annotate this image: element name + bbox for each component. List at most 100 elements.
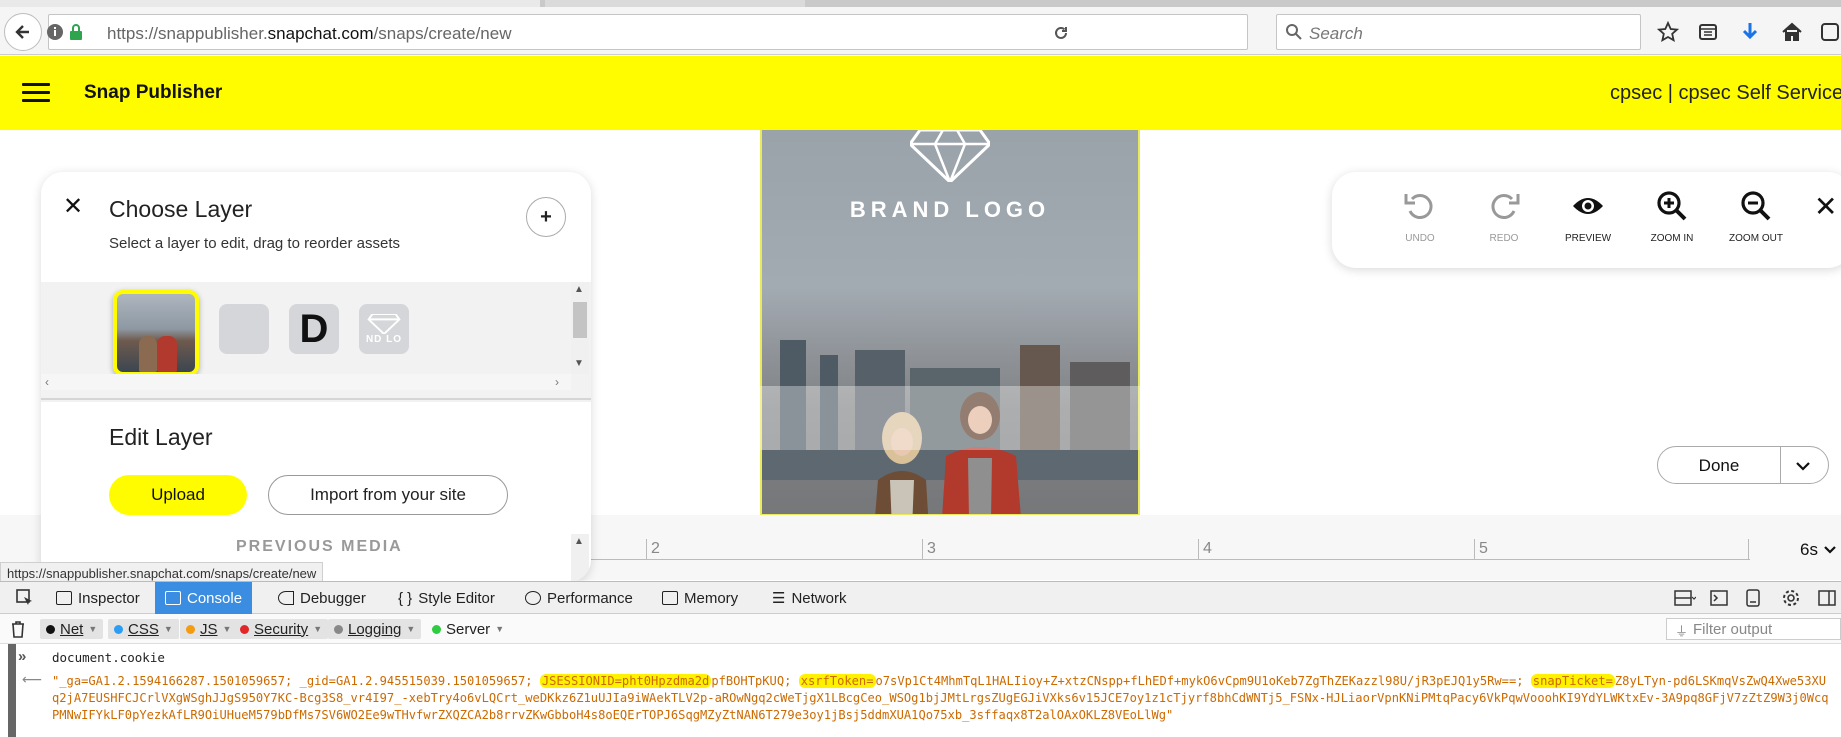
hamburger-menu-icon[interactable] — [22, 83, 50, 103]
upload-button[interactable]: Upload — [109, 475, 247, 515]
filter-css-toggle[interactable]: CSS ▼ — [108, 619, 179, 639]
settings-gear-icon[interactable] — [1778, 582, 1804, 614]
network-icon: ☰ — [772, 590, 786, 607]
add-layer-button[interactable]: + — [526, 197, 566, 237]
chevron-down-icon — [1823, 546, 1836, 554]
redo-button[interactable]: REDO — [1469, 190, 1539, 244]
url-text: https://snappublisher.snapchat.com/snaps… — [107, 24, 512, 43]
close-icon[interactable]: ✕ — [63, 192, 83, 221]
filter-funnel-icon: ⏚ — [1675, 624, 1689, 639]
filter-logging-toggle[interactable]: Logging ▼ — [328, 619, 422, 639]
account-name[interactable]: cpsec | cpsec Self Service — [1610, 82, 1841, 105]
tab-inactive[interactable] — [545, 0, 805, 7]
done-button[interactable]: Done — [1658, 456, 1780, 476]
panel-divider — [41, 398, 591, 400]
snap-preview-canvas[interactable]: BRAND LOGO — [760, 130, 1140, 580]
reading-list-icon[interactable] — [1696, 20, 1720, 44]
media-list-scrollbar[interactable]: ▲ — [571, 534, 589, 582]
layer-thumbnail-blank[interactable] — [219, 304, 269, 354]
back-button[interactable] — [4, 13, 42, 51]
filter-output-input[interactable]: ⏚ Filter output — [1666, 618, 1841, 640]
choose-layer-title: Choose Layer — [109, 196, 253, 222]
console-output[interactable]: » document.cookie ⟵ "_ga=GA1.2.159416628… — [0, 644, 1841, 737]
filter-net-toggle[interactable]: Net ▼ — [40, 619, 104, 639]
filter-js-toggle[interactable]: JS ▼ — [180, 619, 238, 639]
split-console-icon[interactable] — [1706, 582, 1732, 614]
preview-button[interactable]: PREVIEW — [1553, 190, 1623, 244]
app-header: Snap Publisher cpsec | cpsec Self Servic… — [0, 56, 1841, 130]
choose-layer-subtitle: Select a layer to edit, drag to reorder … — [109, 235, 400, 252]
trash-icon[interactable] — [10, 620, 26, 643]
layer-list-horizontal-scrollbar[interactable]: ‹ › — [41, 374, 571, 390]
css-dot-icon — [114, 624, 123, 634]
plus-icon: + — [540, 205, 552, 228]
timeline-tick — [922, 539, 923, 559]
tab-style-editor[interactable]: { } Style Editor — [388, 582, 505, 614]
chevron-down-icon[interactable] — [1792, 455, 1814, 477]
responsive-design-icon[interactable] — [1742, 582, 1764, 614]
undo-label: UNDO — [1405, 233, 1435, 244]
redo-label: REDO — [1489, 233, 1519, 244]
info-icon[interactable] — [46, 23, 64, 41]
scroll-down-icon[interactable]: ▼ — [574, 358, 584, 369]
tab-console[interactable]: Console — [155, 582, 253, 614]
timeline-tick-label: 4 — [1203, 540, 1212, 557]
highlight-xsrf-token: xsrfToken= — [798, 674, 876, 688]
tab-network[interactable]: ☰ Network — [762, 582, 856, 614]
scrollbar-thumb[interactable] — [573, 302, 587, 338]
home-icon[interactable] — [1780, 20, 1804, 44]
timeline-tick — [646, 539, 647, 559]
element-picker-icon[interactable] — [10, 582, 40, 614]
tab-performance[interactable]: Performance — [515, 582, 643, 614]
scroll-up-icon[interactable]: ▲ — [574, 284, 584, 295]
done-split-button[interactable]: Done — [1657, 446, 1829, 484]
previous-media-heading: PREVIOUS MEDIA — [236, 538, 403, 555]
tab-memory[interactable]: Memory — [652, 582, 748, 614]
security-dot-icon — [240, 624, 249, 634]
text-layer-letter: D — [299, 306, 329, 351]
filter-security-toggle[interactable]: Security ▼ — [234, 619, 329, 639]
import-from-site-button[interactable]: Import from your site — [268, 475, 508, 515]
download-icon[interactable] — [1738, 20, 1762, 44]
devtools-panel: Inspector Console Debugger { } Style Edit… — [0, 581, 1841, 737]
eye-icon — [1573, 198, 1603, 214]
console-icon — [165, 591, 181, 605]
scroll-up-icon[interactable]: ▲ — [574, 536, 584, 547]
zoom-out-button[interactable]: ZOOM OUT — [1721, 190, 1791, 244]
console-filter-bar: Net ▼ CSS ▼ JS ▼ Security ▼ Logging ▼ Server ▼… — [0, 614, 1841, 644]
scroll-right-icon[interactable]: › — [555, 375, 559, 389]
safe-area-frame — [760, 130, 1140, 516]
logo-thumb-text: ND LO — [365, 333, 403, 345]
dock-side-icon[interactable] — [1814, 582, 1840, 614]
zoom-in-button[interactable]: ZOOM IN — [1637, 190, 1707, 244]
filter-server-toggle[interactable]: Server ▼ — [426, 619, 510, 639]
diamond-logo-icon — [367, 313, 401, 334]
timeline-ruler[interactable]: 2 3 4 5 — [590, 539, 1750, 560]
layer-thumbnail-text[interactable]: D — [289, 304, 339, 354]
layer-thumbnail-logo[interactable]: ND LO — [359, 304, 409, 354]
reload-icon[interactable] — [1052, 24, 1070, 42]
cookie-string[interactable]: "_ga=GA1.2.1594166287.1501059657; _gid=G… — [52, 673, 1832, 724]
url-bar[interactable]: https://snappublisher.snapchat.com/snaps… — [46, 14, 1248, 50]
layer-thumbnail-image[interactable] — [113, 290, 199, 376]
tab-debugger[interactable]: Debugger — [268, 582, 376, 614]
duration-select[interactable]: 6s — [1800, 540, 1837, 560]
undo-button[interactable]: UNDO — [1385, 190, 1455, 244]
devtools-tab-bar: Inspector Console Debugger { } Style Edit… — [0, 582, 1841, 614]
scroll-left-icon[interactable]: ‹ — [45, 375, 49, 389]
layer-thumbnail-list[interactable]: D ND LO ▲ ▼ ‹ › — [41, 282, 591, 402]
layer-list-vertical-scrollbar[interactable]: ▲ ▼ — [571, 282, 589, 374]
layout-toggle-icon[interactable] — [1670, 582, 1700, 614]
tab-inspector[interactable]: Inspector — [46, 582, 150, 614]
duration-value: 6s — [1800, 540, 1818, 559]
style-editor-icon: { } — [398, 589, 413, 607]
zoom-in-label: ZOOM IN — [1650, 233, 1694, 244]
pocket-icon[interactable] — [1818, 20, 1841, 44]
search-icon — [1286, 24, 1302, 40]
tab-active[interactable] — [0, 0, 540, 7]
close-icon[interactable]: ✕ — [1814, 190, 1837, 223]
highlight-snap-ticket: snapTicket= — [1530, 674, 1615, 688]
search-bar[interactable]: Search — [1276, 14, 1641, 50]
bookmark-star-icon[interactable] — [1656, 20, 1680, 44]
logging-dot-icon — [334, 624, 343, 634]
